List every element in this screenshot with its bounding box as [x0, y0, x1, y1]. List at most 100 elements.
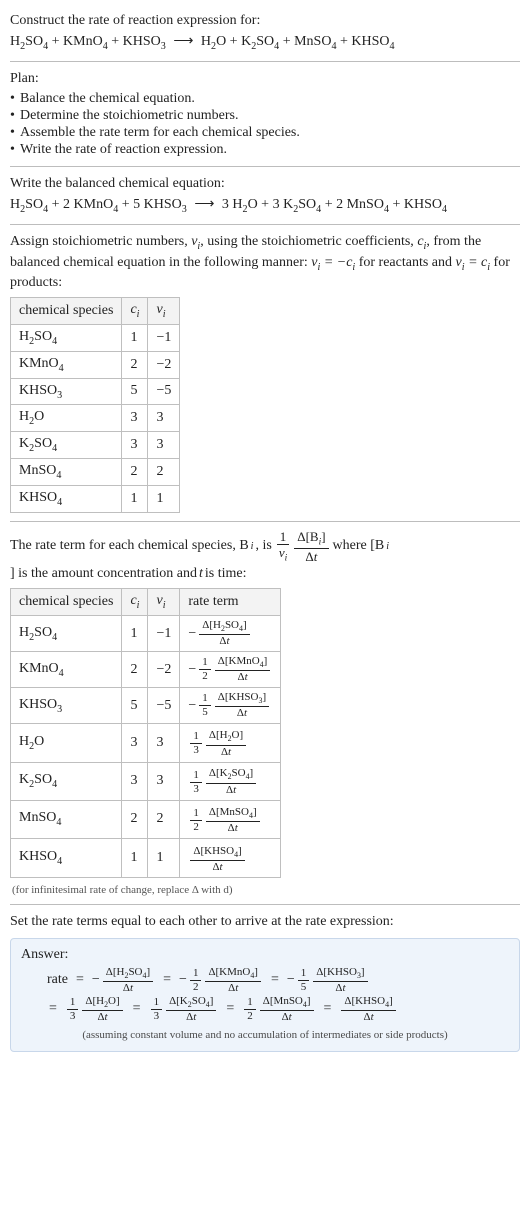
sub-i: i	[251, 540, 254, 554]
delta-frac: Δ[K2SO4]Δt	[166, 996, 216, 1023]
delta-frac: Δ[K2SO4]Δt	[206, 768, 256, 795]
cell-species: H2SO4	[11, 324, 122, 351]
unbalanced-equation: H2SO4 + KMnO4 + KHSO3 ⟶ H2O + K2SO4 + Mn…	[10, 33, 520, 53]
answer-box: Answer: rate=−Δ[H2SO4]Δt=−12Δ[KMnO4]Δt=−…	[10, 938, 520, 1052]
cell-nui: 3	[148, 762, 180, 800]
coef-frac: 13	[67, 997, 79, 1022]
cell-species: KHSO3	[11, 378, 122, 405]
rate-generic-term: 1 νi Δ[Bi] Δt	[274, 530, 331, 564]
table-row: MnSO42212Δ[MnSO4]Δt	[11, 800, 281, 838]
equals-sign: =	[161, 972, 173, 988]
text: , is	[255, 537, 271, 556]
cell-rate: −15Δ[KHSO3]Δt	[180, 688, 281, 724]
minus-sign: −	[188, 662, 196, 678]
table-row: H2SO41−1	[11, 324, 180, 351]
coef-frac: 12	[199, 657, 211, 682]
cell-nui: 2	[148, 458, 180, 485]
cell-nui: 2	[148, 800, 180, 838]
table-row: MnSO422	[11, 458, 180, 485]
cell-ci: 1	[122, 838, 148, 877]
text: where [B	[333, 537, 385, 556]
stoich-table: chemical speciesciνiH2SO41−1KMnO42−2KHSO…	[10, 297, 180, 512]
minus-sign: −	[188, 698, 196, 714]
equals-sign: =	[269, 972, 281, 988]
cell-nui: −1	[148, 616, 180, 652]
divider	[10, 224, 520, 225]
prompt-block: Construct the rate of reaction expressio…	[10, 12, 520, 53]
coef-frac: 12	[190, 968, 202, 993]
table-row: KHSO35−5−15Δ[KHSO3]Δt	[11, 688, 281, 724]
rate-term-table: chemical speciesciνirate termH2SO41−1−Δ[…	[10, 588, 281, 877]
rate-term: 13Δ[K2SO4]Δt	[149, 996, 219, 1023]
rate-equal-text: Set the rate terms equal to each other t…	[10, 913, 520, 932]
col-species: chemical species	[11, 589, 122, 616]
minus-sign: −	[179, 972, 187, 988]
table-row: KMnO42−2	[11, 351, 180, 378]
delta-frac: Δ[H2O]Δt	[206, 730, 246, 757]
coef-frac: 15	[298, 968, 310, 993]
cell-nui: −5	[148, 688, 180, 724]
plan-block: Plan: •Balance the chemical equation.•De…	[10, 70, 520, 158]
delta-frac: Δ[KMnO4]Δt	[215, 656, 271, 683]
rate-term: −Δ[H2SO4]Δt	[92, 967, 155, 994]
answer-note: (assuming constant volume and no accumul…	[21, 1029, 509, 1041]
cell-species: MnSO4	[11, 458, 122, 485]
cell-nui: 3	[148, 724, 180, 762]
cell-species: K2SO4	[11, 432, 122, 459]
table-row: K2SO43313Δ[K2SO4]Δt	[11, 762, 281, 800]
bullet-icon: •	[10, 108, 20, 124]
text: Assign stoichiometric numbers,	[10, 234, 191, 249]
cell-rate: 13Δ[K2SO4]Δt	[180, 762, 281, 800]
rate-term: 12Δ[MnSO4]Δt	[242, 996, 315, 1023]
text: The rate term for each chemical species,…	[10, 537, 249, 556]
plan-bullets: •Balance the chemical equation.•Determin…	[10, 91, 520, 158]
cell-rate: 13Δ[H2O]Δt	[180, 724, 281, 762]
cell-nui: 1	[148, 485, 180, 512]
bullet-icon: •	[10, 125, 20, 141]
infinitesimal-note: (for infinitesimal rate of change, repla…	[12, 884, 520, 896]
plan-title: Plan:	[10, 70, 520, 89]
plan-item: •Balance the chemical equation.	[10, 91, 520, 107]
plan-item-text: Write the rate of reaction expression.	[20, 142, 520, 158]
cell-species: H2O	[11, 405, 122, 432]
sub-i: i	[386, 540, 389, 554]
rate-term: 13Δ[H2O]Δt	[65, 996, 125, 1023]
cell-species: H2SO4	[11, 616, 122, 652]
cell-ci: 3	[122, 405, 148, 432]
table-row: KHSO411	[11, 485, 180, 512]
cell-rate: Δ[KHSO4]Δt	[180, 838, 281, 877]
cell-nui: −2	[148, 351, 180, 378]
rate-expression-row-1: rate=−Δ[H2SO4]Δt=−12Δ[KMnO4]Δt=−15Δ[KHSO…	[47, 967, 509, 994]
col-species: chemical species	[11, 298, 122, 325]
coef-frac: 12	[190, 808, 202, 833]
table-row: K2SO433	[11, 432, 180, 459]
cell-ci: 2	[122, 351, 148, 378]
equals-sign: =	[47, 1001, 59, 1017]
divider	[10, 904, 520, 905]
rel2: νi = ci	[456, 255, 491, 270]
divider	[10, 166, 520, 167]
rel: νi = −ci	[311, 255, 355, 270]
table-row: H2SO41−1 −Δ[H2SO4]Δt	[11, 616, 281, 652]
rate-term: −15Δ[KHSO3]Δt	[287, 967, 370, 994]
cell-ci: 1	[122, 616, 148, 652]
delta-frac: Δ[KMnO4]Δt	[205, 967, 261, 994]
rate-lead: rate	[47, 972, 68, 988]
one-over-nu: 1 νi	[276, 530, 290, 564]
rate-expression-row-2: =13Δ[H2O]Δt=13Δ[K2SO4]Δt=12Δ[MnSO4]Δt=Δ[…	[47, 996, 509, 1023]
cell-species: KMnO4	[11, 351, 122, 378]
col-rate: rate term	[180, 589, 281, 616]
answer-title: Answer:	[21, 947, 509, 963]
nu-symbol: νi	[191, 234, 200, 249]
plan-item: •Write the rate of reaction expression.	[10, 142, 520, 158]
cell-species: H2O	[11, 724, 122, 762]
cell-nui: −5	[148, 378, 180, 405]
cell-nui: 1	[148, 838, 180, 877]
col-ci: ci	[122, 298, 148, 325]
divider	[10, 521, 520, 522]
rate-term: −Δ[H2SO4]Δt	[188, 620, 251, 647]
delta-frac: Δ[KHSO4]Δt	[341, 996, 395, 1023]
equals-sign: =	[322, 1001, 334, 1017]
balanced-equation: H2SO4 + 2 KMnO4 + 5 KHSO3 ⟶ 3 H2O + 3 K2…	[10, 196, 520, 216]
col-ci: ci	[122, 589, 148, 616]
